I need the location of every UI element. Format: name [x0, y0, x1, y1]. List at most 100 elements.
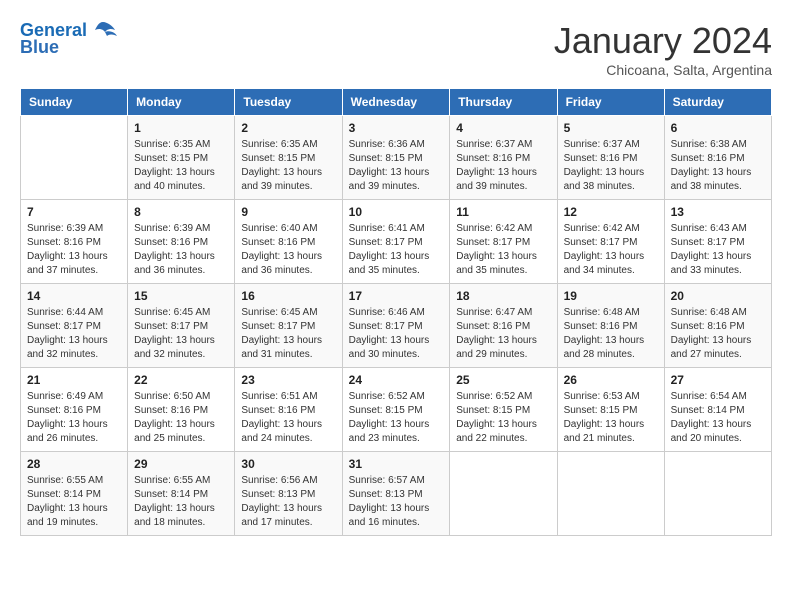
calendar-cell: 17 Sunrise: 6:46 AMSunset: 8:17 PMDayligh… [342, 284, 450, 368]
day-number: 24 [349, 373, 444, 387]
day-number: 14 [27, 289, 121, 303]
calendar-cell: 8 Sunrise: 6:39 AMSunset: 8:16 PMDaylight… [128, 200, 235, 284]
day-number: 10 [349, 205, 444, 219]
calendar-cell: 26Sunrise: 6:53 AMSunset: 8:15 PMDayligh… [557, 368, 664, 452]
calendar-cell: 27 Sunrise: 6:54 AMSunset: 8:14 PMDayligh… [664, 368, 771, 452]
week-row-5: 28 Sunrise: 6:55 AMSunset: 8:14 PMDayligh… [21, 452, 772, 536]
calendar-cell: 11Sunrise: 6:42 AMSunset: 8:17 PMDayligh… [450, 200, 557, 284]
day-number: 30 [241, 457, 335, 471]
weekday-header-wednesday: Wednesday [342, 89, 450, 116]
day-info: Sunrise: 6:48 AMSunset: 8:16 PMDaylight:… [564, 306, 658, 362]
calendar-cell: 1 Sunrise: 6:35 AMSunset: 8:15 PMDaylight… [128, 116, 235, 200]
day-number: 25 [456, 373, 550, 387]
calendar-cell: 18Sunrise: 6:47 AMSunset: 8:16 PMDayligh… [450, 284, 557, 368]
day-info: Sunrise: 6:52 AMSunset: 8:15 PMDaylight:… [456, 390, 550, 446]
week-row-4: 21 Sunrise: 6:49 AMSunset: 8:16 PMDayligh… [21, 368, 772, 452]
day-info: Sunrise: 6:43 AMSunset: 8:17 PMDaylight:… [671, 222, 765, 278]
day-info: Sunrise: 6:39 AMSunset: 8:16 PMDaylight:… [27, 222, 121, 278]
calendar-cell: 2 Sunrise: 6:35 AMSunset: 8:15 PMDaylight… [235, 116, 342, 200]
location-subtitle: Chicoana, Salta, Argentina [554, 62, 772, 78]
calendar-cell: 14 Sunrise: 6:44 AMSunset: 8:17 PMDayligh… [21, 284, 128, 368]
day-info: Sunrise: 6:55 AMSunset: 8:14 PMDaylight:… [27, 474, 121, 530]
day-info: Sunrise: 6:40 AMSunset: 8:16 PMDaylight:… [241, 222, 335, 278]
calendar-cell: 19Sunrise: 6:48 AMSunset: 8:16 PMDayligh… [557, 284, 664, 368]
calendar-cell: 23 Sunrise: 6:51 AMSunset: 8:16 PMDayligh… [235, 368, 342, 452]
day-info: Sunrise: 6:35 AMSunset: 8:15 PMDaylight:… [134, 138, 228, 194]
week-row-1: 1 Sunrise: 6:35 AMSunset: 8:15 PMDaylight… [21, 116, 772, 200]
calendar-cell [450, 452, 557, 536]
day-info: Sunrise: 6:38 AMSunset: 8:16 PMDaylight:… [671, 138, 765, 194]
day-info: Sunrise: 6:55 AMSunset: 8:14 PMDaylight:… [134, 474, 228, 530]
day-number: 8 [134, 205, 228, 219]
day-number: 22 [134, 373, 228, 387]
calendar-cell: 30 Sunrise: 6:56 AMSunset: 8:13 PMDayligh… [235, 452, 342, 536]
calendar-cell: 9 Sunrise: 6:40 AMSunset: 8:16 PMDaylight… [235, 200, 342, 284]
week-row-2: 7Sunrise: 6:39 AMSunset: 8:16 PMDaylight… [21, 200, 772, 284]
weekday-header-saturday: Saturday [664, 89, 771, 116]
calendar-cell: 15Sunrise: 6:45 AMSunset: 8:17 PMDayligh… [128, 284, 235, 368]
day-info: Sunrise: 6:41 AMSunset: 8:17 PMDaylight:… [349, 222, 444, 278]
day-info: Sunrise: 6:37 AMSunset: 8:16 PMDaylight:… [456, 138, 550, 194]
calendar-cell [21, 116, 128, 200]
day-number: 13 [671, 205, 765, 219]
day-info: Sunrise: 6:52 AMSunset: 8:15 PMDaylight:… [349, 390, 444, 446]
calendar-cell: 20 Sunrise: 6:48 AMSunset: 8:16 PMDayligh… [664, 284, 771, 368]
day-number: 31 [349, 457, 444, 471]
calendar-cell: 7Sunrise: 6:39 AMSunset: 8:16 PMDaylight… [21, 200, 128, 284]
day-info: Sunrise: 6:44 AMSunset: 8:17 PMDaylight:… [27, 306, 121, 362]
day-number: 17 [349, 289, 444, 303]
day-info: Sunrise: 6:37 AMSunset: 8:16 PMDaylight:… [564, 138, 658, 194]
day-number: 18 [456, 289, 550, 303]
calendar-cell: 24 Sunrise: 6:52 AMSunset: 8:15 PMDayligh… [342, 368, 450, 452]
day-info: Sunrise: 6:46 AMSunset: 8:17 PMDaylight:… [349, 306, 444, 362]
day-info: Sunrise: 6:42 AMSunset: 8:17 PMDaylight:… [456, 222, 550, 278]
day-number: 16 [241, 289, 335, 303]
weekday-header-monday: Monday [128, 89, 235, 116]
day-number: 9 [241, 205, 335, 219]
title-section: January 2024 Chicoana, Salta, Argentina [554, 20, 772, 78]
logo-blue: Blue [20, 38, 59, 58]
header: General Blue January 2024 Chicoana, Salt… [20, 20, 772, 78]
day-number: 21 [27, 373, 121, 387]
calendar-cell: 16 Sunrise: 6:45 AMSunset: 8:17 PMDayligh… [235, 284, 342, 368]
day-info: Sunrise: 6:39 AMSunset: 8:16 PMDaylight:… [134, 222, 228, 278]
weekday-header-friday: Friday [557, 89, 664, 116]
calendar-cell: 21 Sunrise: 6:49 AMSunset: 8:16 PMDayligh… [21, 368, 128, 452]
calendar-table: SundayMondayTuesdayWednesdayThursdayFrid… [20, 88, 772, 536]
calendar-cell: 13 Sunrise: 6:43 AMSunset: 8:17 PMDayligh… [664, 200, 771, 284]
day-number: 5 [564, 121, 658, 135]
day-number: 27 [671, 373, 765, 387]
day-number: 28 [27, 457, 121, 471]
day-info: Sunrise: 6:56 AMSunset: 8:13 PMDaylight:… [241, 474, 335, 530]
day-info: Sunrise: 6:35 AMSunset: 8:15 PMDaylight:… [241, 138, 335, 194]
calendar-cell: 22Sunrise: 6:50 AMSunset: 8:16 PMDayligh… [128, 368, 235, 452]
day-info: Sunrise: 6:49 AMSunset: 8:16 PMDaylight:… [27, 390, 121, 446]
day-number: 23 [241, 373, 335, 387]
day-info: Sunrise: 6:45 AMSunset: 8:17 PMDaylight:… [134, 306, 228, 362]
calendar-cell: 3 Sunrise: 6:36 AMSunset: 8:15 PMDaylight… [342, 116, 450, 200]
day-info: Sunrise: 6:45 AMSunset: 8:17 PMDaylight:… [241, 306, 335, 362]
calendar-cell: 6 Sunrise: 6:38 AMSunset: 8:16 PMDaylight… [664, 116, 771, 200]
day-info: Sunrise: 6:36 AMSunset: 8:15 PMDaylight:… [349, 138, 444, 194]
day-number: 2 [241, 121, 335, 135]
calendar-cell: 12Sunrise: 6:42 AMSunset: 8:17 PMDayligh… [557, 200, 664, 284]
calendar-cell: 25 Sunrise: 6:52 AMSunset: 8:15 PMDayligh… [450, 368, 557, 452]
day-info: Sunrise: 6:51 AMSunset: 8:16 PMDaylight:… [241, 390, 335, 446]
day-number: 4 [456, 121, 550, 135]
calendar-cell: 28 Sunrise: 6:55 AMSunset: 8:14 PMDayligh… [21, 452, 128, 536]
day-number: 20 [671, 289, 765, 303]
calendar-cell: 4 Sunrise: 6:37 AMSunset: 8:16 PMDaylight… [450, 116, 557, 200]
calendar-cell: 5 Sunrise: 6:37 AMSunset: 8:16 PMDaylight… [557, 116, 664, 200]
calendar-cell [664, 452, 771, 536]
day-info: Sunrise: 6:54 AMSunset: 8:14 PMDaylight:… [671, 390, 765, 446]
day-number: 29 [134, 457, 228, 471]
day-info: Sunrise: 6:53 AMSunset: 8:15 PMDaylight:… [564, 390, 658, 446]
day-number: 1 [134, 121, 228, 135]
calendar-cell: 10 Sunrise: 6:41 AMSunset: 8:17 PMDayligh… [342, 200, 450, 284]
weekday-header-thursday: Thursday [450, 89, 557, 116]
weekday-header-sunday: Sunday [21, 89, 128, 116]
day-info: Sunrise: 6:48 AMSunset: 8:16 PMDaylight:… [671, 306, 765, 362]
month-title: January 2024 [554, 20, 772, 62]
day-number: 6 [671, 121, 765, 135]
day-number: 3 [349, 121, 444, 135]
